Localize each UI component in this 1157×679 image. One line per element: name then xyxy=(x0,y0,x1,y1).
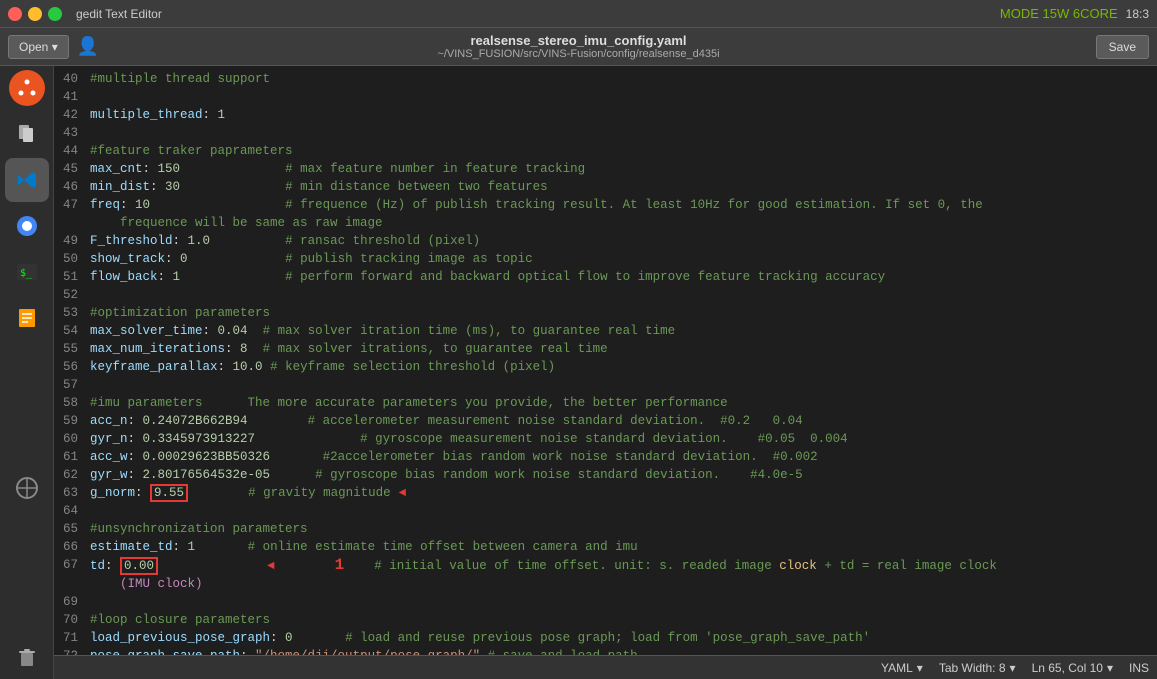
code-line-49: 49 F_threshold: 1.0 # ransac threshold (… xyxy=(54,232,1157,250)
code-line-67: 67 td: 0.00 ◄1 # initial value of time o… xyxy=(54,556,1157,575)
notes-icon[interactable] xyxy=(5,296,49,340)
code-line-48: frequence will be same as raw image xyxy=(54,214,1157,232)
code-line-58: 58 #imu parameters The more accurate par… xyxy=(54,394,1157,412)
toolbar: Open ▾ 👤 realsense_stereo_imu_config.yam… xyxy=(0,28,1157,66)
code-line-69: 69 xyxy=(54,593,1157,611)
yaml-selector[interactable]: YAML ▾ xyxy=(881,661,923,675)
code-line-72: 72 pose_graph_save_path: "/home/dji/outp… xyxy=(54,647,1157,655)
svg-text:$_: $_ xyxy=(20,268,33,279)
ubuntu-icon[interactable] xyxy=(9,70,45,106)
code-line-55: 55 max_num_iterations: 8 # max solver it… xyxy=(54,340,1157,358)
code-line-54: 54 max_solver_time: 0.04 # max solver it… xyxy=(54,322,1157,340)
ln-col-dropdown-icon: ▾ xyxy=(1107,661,1113,675)
left-sidebar: $_ xyxy=(0,66,54,679)
file-path: ~/VINS_FUSION/src/VINS-Fusion/config/rea… xyxy=(437,48,719,60)
yaml-label: YAML xyxy=(881,661,913,675)
code-line-68: (IMU clock) xyxy=(54,575,1157,593)
ln-col-label: Ln 65, Col 10 xyxy=(1032,661,1103,675)
code-line-60: 60 gyr_n: 0.3345973913227 # gyroscope me… xyxy=(54,430,1157,448)
code-line-61: 61 acc_w: 0.00029623BB50326 #2accelerome… xyxy=(54,448,1157,466)
minimize-button[interactable] xyxy=(28,7,42,21)
window-title: gedit Text Editor xyxy=(76,7,162,21)
close-button[interactable] xyxy=(8,7,22,21)
chrome-icon[interactable] xyxy=(5,204,49,248)
status-bar: YAML ▾ Tab Width: 8 ▾ Ln 65, Col 10 ▾ IN… xyxy=(54,655,1157,679)
maximize-button[interactable] xyxy=(48,7,62,21)
ins-label: INS xyxy=(1129,661,1149,675)
tab-width-dropdown-icon: ▾ xyxy=(1010,661,1016,675)
code-line-63: 63 g_norm: 9.55 # gravity magnitude◄ xyxy=(54,484,1157,502)
nvidia-icon: MODE 15W 6CORE xyxy=(1000,6,1118,21)
code-line-62: 62 gyr_w: 2.80176564532e-05 # gyroscope … xyxy=(54,466,1157,484)
code-line-64: 64 xyxy=(54,502,1157,520)
code-line-70: 70 #loop closure parameters xyxy=(54,611,1157,629)
main-area: $_ 40 #multiple thread support 41 xyxy=(0,66,1157,679)
editor-area[interactable]: 40 #multiple thread support 41 42 multip… xyxy=(54,66,1157,655)
code-line-47: 47 freq: 10 # frequence (Hz) of publish … xyxy=(54,196,1157,214)
code-line-46: 46 min_dist: 30 # min distance between t… xyxy=(54,178,1157,196)
contact-icon: 👤 xyxy=(77,36,99,58)
tab-width-selector[interactable]: Tab Width: 8 ▾ xyxy=(939,661,1016,675)
yaml-dropdown-icon: ▾ xyxy=(917,661,923,675)
file-name: realsense_stereo_imu_config.yaml xyxy=(437,33,719,48)
code-line-66: 66 estimate_td: 1 # online estimate time… xyxy=(54,538,1157,556)
ln-col-selector[interactable]: Ln 65, Col 10 ▾ xyxy=(1032,661,1113,675)
trash-icon[interactable] xyxy=(5,635,49,679)
code-line-50: 50 show_track: 0 # publish tracking imag… xyxy=(54,250,1157,268)
terminal-icon[interactable]: $_ xyxy=(5,250,49,294)
code-line-52: 52 xyxy=(54,286,1157,304)
clock: 18:3 xyxy=(1126,7,1149,21)
save-button[interactable]: Save xyxy=(1096,35,1149,59)
code-line-65: 65 #unsynchronization parameters xyxy=(54,520,1157,538)
vscode-icon[interactable] xyxy=(5,158,49,202)
toolbar-center: realsense_stereo_imu_config.yaml ~/VINS_… xyxy=(437,33,719,60)
code-line-59: 59 acc_n: 0.24072B662B94 # accelerometer… xyxy=(54,412,1157,430)
apps-icon[interactable] xyxy=(5,466,49,510)
code-line-56: 56 keyframe_parallax: 10.0 # keyframe se… xyxy=(54,358,1157,376)
code-line-40: 40 #multiple thread support xyxy=(54,70,1157,88)
code-line-42: 42 multiple_thread: 1 xyxy=(54,106,1157,124)
code-line-53: 53 #optimization parameters xyxy=(54,304,1157,322)
code-line-45: 45 max_cnt: 150 # max feature number in … xyxy=(54,160,1157,178)
open-button[interactable]: Open ▾ xyxy=(8,35,69,59)
files-icon[interactable] xyxy=(5,112,49,156)
code-line-44: 44 #feature traker paprameters xyxy=(54,142,1157,160)
code-line-43: 43 xyxy=(54,124,1157,142)
system-tray: MODE 15W 6CORE 18:3 xyxy=(1000,6,1149,21)
tab-width-label: Tab Width: 8 xyxy=(939,661,1006,675)
editor-wrapper: 40 #multiple thread support 41 42 multip… xyxy=(54,66,1157,679)
title-bar-left: gedit Text Editor xyxy=(8,7,162,21)
code-line-41: 41 xyxy=(54,88,1157,106)
title-bar: gedit Text Editor MODE 15W 6CORE 18:3 xyxy=(0,0,1157,28)
code-line-71: 71 load_previous_pose_graph: 0 # load an… xyxy=(54,629,1157,647)
insert-mode: INS xyxy=(1129,661,1149,675)
code-line-57: 57 xyxy=(54,376,1157,394)
code-line-51: 51 flow_back: 1 # perform forward and ba… xyxy=(54,268,1157,286)
